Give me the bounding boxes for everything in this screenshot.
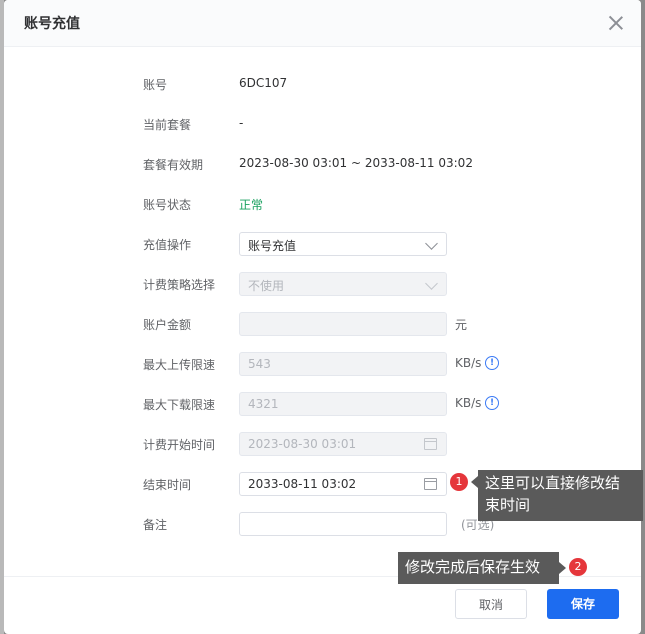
annotation-tooltip-2: 修改完成后保存生效 bbox=[398, 552, 559, 584]
end-time-picker[interactable]: 2033-08-11 03:02 bbox=[239, 472, 447, 496]
max-download-input[interactable]: 4321 bbox=[239, 392, 447, 416]
recharge-op-label: 充值操作 bbox=[143, 238, 192, 252]
annotation-tooltip-1-line1: 这里可以直接修改结 bbox=[485, 474, 621, 492]
dialog-header: 账号充值 bbox=[4, 0, 641, 47]
tooltip-arrow bbox=[559, 562, 566, 574]
max-upload-label: 最大上传限速 bbox=[143, 358, 216, 372]
status-label: 账号状态 bbox=[143, 198, 192, 212]
max-download-unit: KB/s bbox=[455, 396, 482, 410]
balance-unit: 元 bbox=[455, 318, 468, 332]
status-row: 账号状态 正常 bbox=[4, 192, 641, 216]
billing-strategy-placeholder: 不使用 bbox=[248, 279, 285, 293]
calendar-icon bbox=[424, 478, 437, 490]
account-label: 账号 bbox=[143, 78, 168, 92]
balance-row: 账户金额 元 bbox=[4, 312, 641, 336]
package-row: 当前套餐 - bbox=[4, 112, 641, 136]
chevron-down-icon bbox=[425, 277, 438, 290]
billing-strategy-select[interactable]: 不使用 bbox=[239, 272, 447, 296]
account-value: 6DC107 bbox=[239, 76, 288, 90]
annotation-tooltip-1-line2: 束时间 bbox=[485, 496, 531, 514]
max-upload-row: 最大上传限速 543 KB/s ! bbox=[4, 352, 641, 376]
max-upload-value: 543 bbox=[248, 357, 271, 371]
dialog-title: 账号充值 bbox=[24, 16, 80, 32]
recharge-op-selected: 账号充值 bbox=[248, 239, 297, 253]
billing-start-row: 计费开始时间 2023-08-30 03:01 bbox=[4, 432, 641, 456]
billing-strategy-label: 计费策略选择 bbox=[143, 278, 216, 292]
info-icon[interactable]: ! bbox=[485, 396, 499, 410]
max-upload-unit: KB/s bbox=[455, 356, 482, 370]
info-icon[interactable]: ! bbox=[485, 356, 499, 370]
annotation-tooltip-1: 这里可以直接修改结 束时间 bbox=[478, 470, 643, 521]
billing-start-label: 计费开始时间 bbox=[143, 438, 216, 452]
recharge-op-select[interactable]: 账号充值 bbox=[239, 232, 447, 256]
recharge-dialog: 账号充值 账号 6DC107 当前套餐 - 套餐有效期 2023-08-30 0… bbox=[4, 0, 641, 634]
cancel-button[interactable]: 取消 bbox=[455, 589, 527, 619]
tooltip-arrow bbox=[471, 476, 478, 488]
end-time-value: 2033-08-11 03:02 bbox=[248, 477, 357, 491]
billing-start-value: 2023-08-30 03:01 bbox=[248, 437, 357, 451]
save-button[interactable]: 保存 bbox=[547, 589, 619, 619]
validity-value: 2023-08-30 03:01 ~ 2033-08-11 03:02 bbox=[239, 156, 473, 170]
chevron-down-icon bbox=[425, 237, 438, 250]
end-time-label: 结束时间 bbox=[143, 478, 192, 492]
close-icon[interactable] bbox=[607, 14, 625, 32]
max-upload-input[interactable]: 543 bbox=[239, 352, 447, 376]
billing-strategy-row: 计费策略选择 不使用 bbox=[4, 272, 641, 296]
package-value: - bbox=[239, 116, 244, 130]
remark-label: 备注 bbox=[143, 518, 168, 532]
max-download-label: 最大下载限速 bbox=[143, 398, 216, 412]
annotation-badge-1: 1 bbox=[450, 473, 468, 491]
max-download-row: 最大下载限速 4321 KB/s ! bbox=[4, 392, 641, 416]
balance-label: 账户金额 bbox=[143, 318, 192, 332]
validity-row: 套餐有效期 2023-08-30 03:01 ~ 2033-08-11 03:0… bbox=[4, 152, 641, 176]
annotation-tooltip-2-text: 修改完成后保存生效 bbox=[405, 558, 541, 576]
package-label: 当前套餐 bbox=[143, 118, 192, 132]
account-row: 账号 6DC107 bbox=[4, 72, 641, 96]
billing-start-picker[interactable]: 2023-08-30 03:01 bbox=[239, 432, 447, 456]
calendar-icon bbox=[424, 438, 437, 450]
status-badge: 正常 bbox=[239, 198, 264, 212]
remark-input[interactable] bbox=[239, 512, 447, 536]
recharge-op-row: 充值操作 账号充值 bbox=[4, 232, 641, 256]
dialog-footer: 取消 保存 bbox=[4, 576, 641, 634]
max-download-value: 4321 bbox=[248, 397, 279, 411]
balance-input[interactable] bbox=[239, 312, 447, 336]
validity-label: 套餐有效期 bbox=[143, 158, 204, 172]
annotation-badge-2: 2 bbox=[569, 558, 587, 576]
